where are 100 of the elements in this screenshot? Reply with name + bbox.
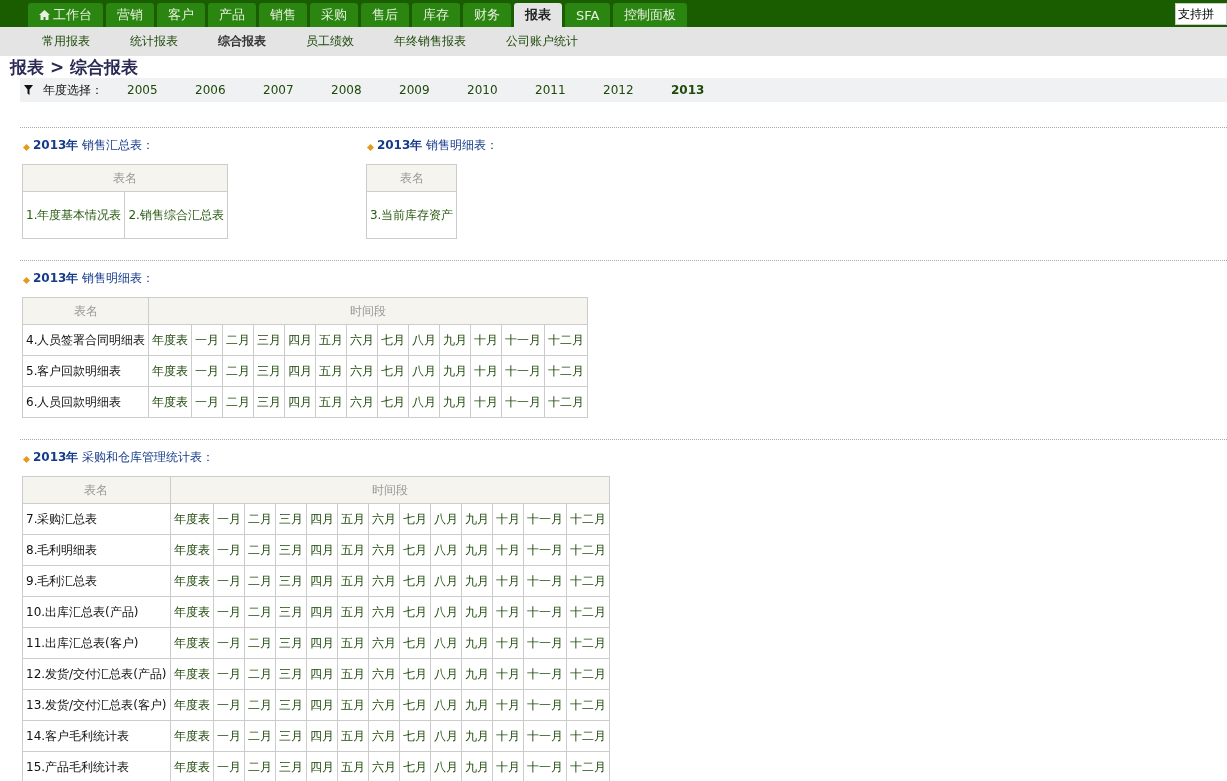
period-link[interactable]: 五月 xyxy=(315,324,347,356)
period-link[interactable]: 十月 xyxy=(492,658,523,690)
year-link[interactable]: 2013 xyxy=(671,83,739,97)
period-link[interactable]: 七月 xyxy=(399,503,430,535)
period-link[interactable]: 十一月 xyxy=(501,386,545,418)
period-link[interactable]: 六月 xyxy=(368,503,399,535)
period-link[interactable]: 九月 xyxy=(461,534,492,566)
nav-tab[interactable]: 销售 xyxy=(259,3,307,27)
period-link[interactable]: 十月 xyxy=(492,596,523,628)
period-link[interactable]: 八月 xyxy=(430,627,461,659)
year-link[interactable]: 2005 xyxy=(127,83,195,97)
period-link[interactable]: 八月 xyxy=(430,658,461,690)
period-link[interactable]: 一月 xyxy=(191,386,223,418)
period-link[interactable]: 二月 xyxy=(244,503,275,535)
nav-tab[interactable]: 采购 xyxy=(310,3,358,27)
period-link[interactable]: 十一月 xyxy=(523,503,566,535)
period-link[interactable]: 年度表 xyxy=(170,503,213,535)
period-link[interactable]: 七月 xyxy=(399,596,430,628)
period-link[interactable]: 年度表 xyxy=(170,689,213,721)
period-link[interactable]: 九月 xyxy=(461,596,492,628)
period-link[interactable]: 六月 xyxy=(346,386,378,418)
period-link[interactable]: 四月 xyxy=(306,534,337,566)
nav-tab[interactable]: 控制面板 xyxy=(613,3,688,27)
period-link[interactable]: 一月 xyxy=(191,355,223,387)
period-link[interactable]: 四月 xyxy=(306,503,337,535)
nav-tab[interactable]: 营销 xyxy=(106,3,154,27)
period-link[interactable]: 九月 xyxy=(461,503,492,535)
nav-tab[interactable]: 工作台 xyxy=(28,3,103,27)
period-link[interactable]: 年度表 xyxy=(170,565,213,597)
period-link[interactable]: 二月 xyxy=(244,658,275,690)
period-link[interactable]: 六月 xyxy=(346,355,378,387)
nav-tab[interactable]: 售后 xyxy=(361,3,409,27)
period-link[interactable]: 二月 xyxy=(244,565,275,597)
period-link[interactable]: 年度表 xyxy=(148,386,192,418)
period-link[interactable]: 五月 xyxy=(337,503,368,535)
period-link[interactable]: 八月 xyxy=(408,324,440,356)
period-link[interactable]: 六月 xyxy=(368,534,399,566)
period-link[interactable]: 十月 xyxy=(470,386,502,418)
period-link[interactable]: 十二月 xyxy=(566,627,609,659)
period-link[interactable]: 九月 xyxy=(461,689,492,721)
period-link[interactable]: 五月 xyxy=(337,534,368,566)
period-link[interactable]: 三月 xyxy=(275,658,306,690)
period-link[interactable]: 十二月 xyxy=(544,324,588,356)
subnav-link[interactable]: 常用报表 xyxy=(42,33,90,50)
period-link[interactable]: 二月 xyxy=(244,720,275,752)
period-link[interactable]: 二月 xyxy=(244,627,275,659)
search-field[interactable]: 支持拼 xyxy=(1175,3,1227,25)
year-link[interactable]: 2011 xyxy=(535,83,603,97)
period-link[interactable]: 九月 xyxy=(439,386,471,418)
period-link[interactable]: 年度表 xyxy=(170,627,213,659)
period-link[interactable]: 二月 xyxy=(244,596,275,628)
period-link[interactable]: 七月 xyxy=(399,627,430,659)
period-link[interactable]: 六月 xyxy=(368,658,399,690)
nav-tab[interactable]: SFA xyxy=(565,3,611,27)
period-link[interactable]: 十一月 xyxy=(523,689,566,721)
period-link[interactable]: 九月 xyxy=(439,355,471,387)
period-link[interactable]: 七月 xyxy=(399,689,430,721)
period-link[interactable]: 十月 xyxy=(492,565,523,597)
subnav-link[interactable]: 公司账户统计 xyxy=(506,33,578,50)
period-link[interactable]: 六月 xyxy=(368,689,399,721)
period-link[interactable]: 十二月 xyxy=(566,720,609,752)
year-link[interactable]: 2009 xyxy=(399,83,467,97)
period-link[interactable]: 十二月 xyxy=(566,689,609,721)
period-link[interactable]: 四月 xyxy=(306,596,337,628)
period-link[interactable]: 五月 xyxy=(315,355,347,387)
nav-tab[interactable]: 客户 xyxy=(157,3,205,27)
report-link[interactable]: 3.当前库存资产 xyxy=(366,191,457,239)
period-link[interactable]: 十一月 xyxy=(523,596,566,628)
period-link[interactable]: 十一月 xyxy=(523,534,566,566)
period-link[interactable]: 四月 xyxy=(306,720,337,752)
period-link[interactable]: 八月 xyxy=(430,534,461,566)
period-link[interactable]: 十一月 xyxy=(501,355,545,387)
period-link[interactable]: 一月 xyxy=(213,720,244,752)
period-link[interactable]: 一月 xyxy=(213,689,244,721)
period-link[interactable]: 四月 xyxy=(306,565,337,597)
period-link[interactable]: 十二月 xyxy=(566,503,609,535)
period-link[interactable]: 七月 xyxy=(399,534,430,566)
period-link[interactable]: 七月 xyxy=(377,355,409,387)
subnav-link[interactable]: 员工绩效 xyxy=(306,33,354,50)
period-link[interactable]: 七月 xyxy=(377,324,409,356)
period-link[interactable]: 十月 xyxy=(470,355,502,387)
period-link[interactable]: 十一月 xyxy=(523,565,566,597)
period-link[interactable]: 一月 xyxy=(213,503,244,535)
period-link[interactable]: 四月 xyxy=(284,355,316,387)
period-link[interactable]: 一月 xyxy=(213,627,244,659)
period-link[interactable]: 年度表 xyxy=(148,355,192,387)
period-link[interactable]: 年度表 xyxy=(170,596,213,628)
period-link[interactable]: 七月 xyxy=(377,386,409,418)
period-link[interactable]: 一月 xyxy=(213,658,244,690)
nav-tab[interactable]: 产品 xyxy=(208,3,256,27)
year-link[interactable]: 2006 xyxy=(195,83,263,97)
period-link[interactable]: 四月 xyxy=(284,324,316,356)
period-link[interactable]: 五月 xyxy=(337,565,368,597)
period-link[interactable]: 二月 xyxy=(244,534,275,566)
period-link[interactable]: 十月 xyxy=(492,627,523,659)
year-link[interactable]: 2008 xyxy=(331,83,399,97)
period-link[interactable]: 八月 xyxy=(430,503,461,535)
period-link[interactable]: 年度表 xyxy=(148,324,192,356)
period-link[interactable]: 三月 xyxy=(275,565,306,597)
period-link[interactable]: 十月 xyxy=(470,324,502,356)
